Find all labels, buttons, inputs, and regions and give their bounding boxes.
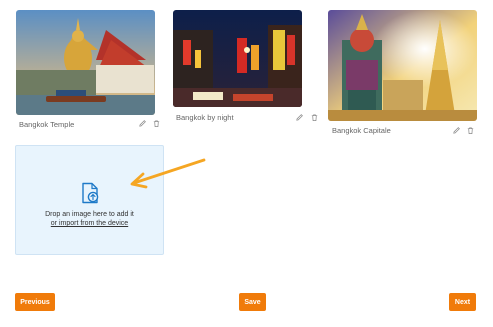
pencil-icon[interactable]: [451, 125, 461, 135]
dropzone-text: Drop an image here to add it: [45, 211, 134, 218]
image-caption: Bangkok Capitale: [332, 126, 391, 135]
image-caption: Bangkok Temple: [19, 120, 75, 129]
trash-icon[interactable]: [151, 118, 161, 128]
arrow-pointer-icon: [130, 158, 206, 189]
file-upload-icon: [81, 182, 98, 204]
image-bangkok-temple[interactable]: [16, 10, 155, 115]
save-button[interactable]: Save: [239, 293, 266, 311]
image-bangkok-capitale[interactable]: [328, 10, 477, 121]
import-from-device-link[interactable]: or import from the device: [51, 219, 128, 228]
trash-icon[interactable]: [465, 125, 475, 135]
image-bangkok-by-night[interactable]: [173, 10, 302, 107]
next-button[interactable]: Next: [449, 293, 476, 311]
pencil-icon[interactable]: [294, 112, 304, 122]
trash-icon[interactable]: [309, 112, 319, 122]
image-caption: Bangkok by night: [176, 113, 234, 122]
pencil-icon[interactable]: [137, 118, 147, 128]
previous-button[interactable]: Previous: [15, 293, 55, 311]
